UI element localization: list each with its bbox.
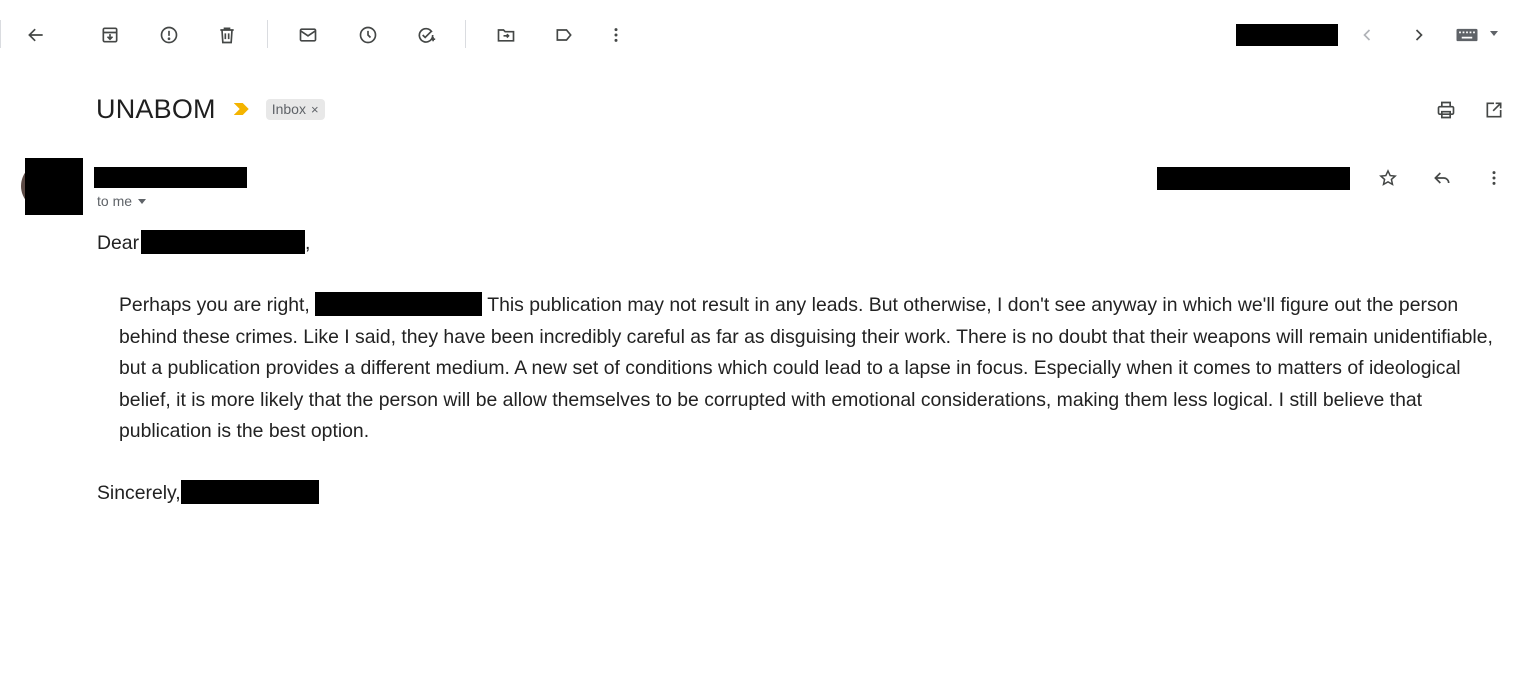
subject-line: UNABOM Inbox ×: [96, 92, 325, 126]
body-text-part2: This publication may not result in any l…: [119, 294, 1493, 443]
avatar[interactable]: [21, 158, 83, 218]
signoff-line: Sincerely,: [97, 478, 1507, 509]
open-in-new-window-icon[interactable]: [1480, 96, 1508, 124]
report-spam-icon[interactable]: [152, 18, 186, 52]
remove-label-icon[interactable]: ×: [311, 102, 319, 117]
toolbar-divider: [267, 20, 268, 48]
timestamp-redacted: [1157, 167, 1350, 190]
back-arrow-icon[interactable]: [19, 18, 53, 52]
recipient-details-toggle[interactable]: to me: [97, 193, 147, 209]
email-body: Dear, Perhaps you are right, This public…: [97, 228, 1507, 510]
signature-redacted: [180, 480, 319, 505]
chevron-down-icon: [138, 198, 147, 204]
page-count-redacted: [1236, 24, 1338, 46]
chevron-right-icon[interactable]: [1402, 18, 1436, 52]
body-text-part1: Perhaps you are right,: [119, 294, 310, 317]
delete-icon[interactable]: [210, 18, 244, 52]
add-to-tasks-icon[interactable]: [409, 18, 443, 52]
greeting-text: Dear: [97, 232, 140, 254]
mark-unread-icon[interactable]: [291, 18, 325, 52]
email-subject: UNABOM: [96, 93, 216, 124]
star-icon[interactable]: [1374, 164, 1402, 192]
recipient-name-redacted: [141, 230, 306, 254]
chevron-left-icon[interactable]: [1350, 18, 1384, 52]
archive-icon[interactable]: [93, 18, 127, 52]
keyboard-icon[interactable]: [1452, 18, 1482, 52]
more-options-icon[interactable]: [1480, 164, 1508, 192]
label-chip-text: Inbox: [271, 101, 306, 117]
toolbar-divider: [465, 20, 466, 48]
labels-icon[interactable]: [547, 18, 581, 52]
greeting-line: Dear,: [97, 228, 1507, 259]
more-vertical-icon[interactable]: [599, 18, 633, 52]
body-paragraph: Perhaps you are right, This publication …: [97, 290, 1507, 447]
importance-marker-icon[interactable]: [233, 103, 249, 115]
divider: [0, 20, 1, 48]
signoff-text: Sincerely,: [97, 482, 181, 505]
avatar-redaction: [25, 158, 83, 215]
toolbar: [0, 0, 1534, 68]
print-icon[interactable]: [1432, 96, 1460, 124]
email-view: UNABOM Inbox × to me Dear, Perhaps you a…: [0, 0, 1534, 698]
label-chip-inbox[interactable]: Inbox ×: [265, 98, 325, 120]
greeting-punct: ,: [305, 232, 311, 254]
sender-name-redacted: [94, 167, 247, 188]
move-to-icon[interactable]: [489, 18, 523, 52]
chevron-down-icon[interactable]: [1490, 31, 1498, 36]
to-line-text: to me: [97, 193, 133, 209]
snooze-icon[interactable]: [351, 18, 385, 52]
reply-icon[interactable]: [1428, 164, 1456, 192]
name-redacted: [315, 292, 483, 317]
